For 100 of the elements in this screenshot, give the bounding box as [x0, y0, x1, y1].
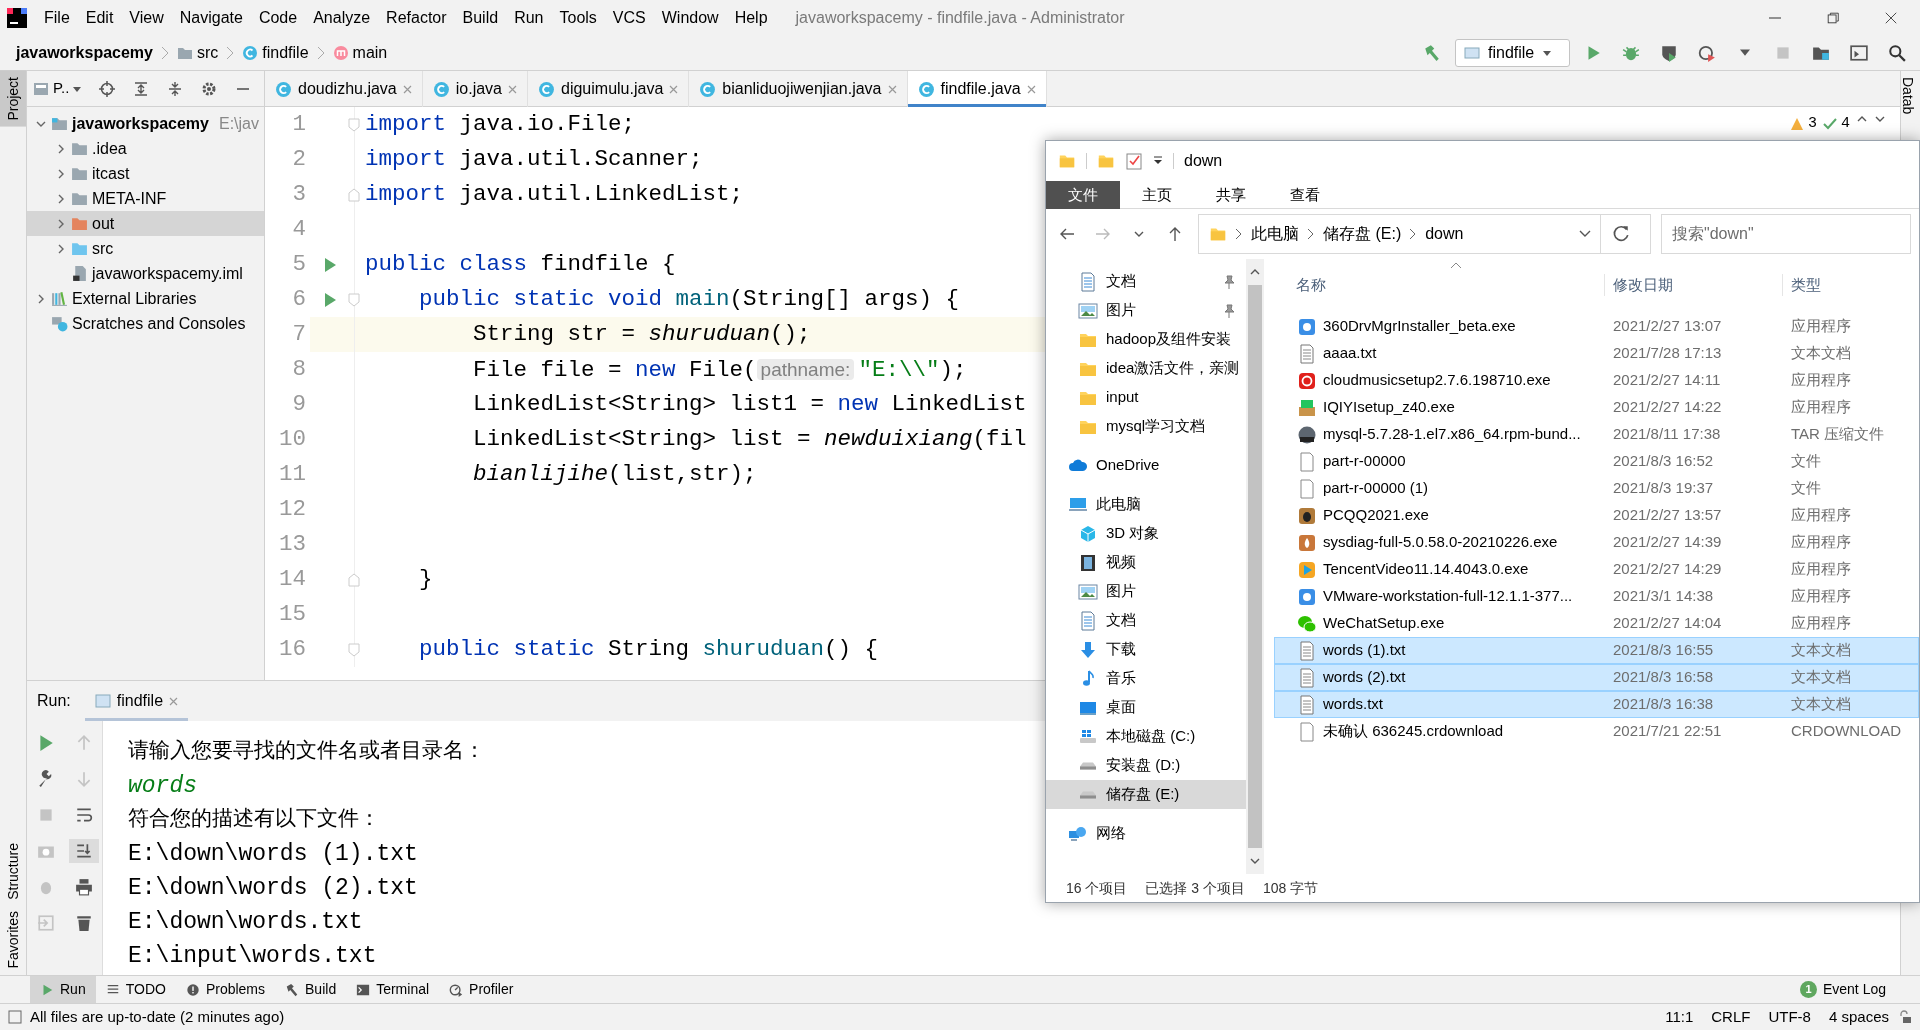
tool-window-tab[interactable]: Terminal [346, 976, 440, 1003]
ribbon-tab[interactable]: 共享 [1194, 181, 1268, 209]
tree-item[interactable]: META-INF [27, 186, 264, 211]
run-configuration-dropdown[interactable]: findfile [1455, 38, 1570, 67]
file-row[interactable]: IQIYIsetup_z40.exe 2021/2/27 14:22 应用程序 [1274, 394, 1919, 421]
fold-marker-icon[interactable] [348, 117, 360, 132]
close-icon[interactable] [1026, 84, 1036, 94]
file-row[interactable]: cloudmusicsetup2.7.6.198710.exe 2021/2/27 14:11 应用程序 [1274, 367, 1919, 394]
console-tab[interactable]: findfile [84, 681, 189, 721]
breadcrumb-item[interactable]: findfile [234, 40, 317, 65]
tree-item[interactable]: .idea [27, 136, 264, 161]
fold-marker-icon[interactable] [348, 642, 360, 657]
nav-item[interactable]: idea激活文件，亲测 [1046, 354, 1246, 383]
tool-window-tab[interactable]: TODO [95, 976, 176, 1003]
panel-toggle-icon[interactable] [8, 1010, 22, 1024]
nav-item[interactable]: 本地磁盘 (C:) [1046, 722, 1246, 751]
menu-item[interactable]: VCS [604, 5, 654, 30]
file-row[interactable]: aaaa.txt 2021/7/28 17:13 文本文档 [1274, 340, 1919, 367]
file-row[interactable]: PCQQ2021.exe 2021/2/27 13:57 应用程序 [1274, 502, 1919, 529]
menu-item[interactable]: Build [454, 5, 507, 30]
weak-warning-count[interactable]: 4 [1823, 113, 1850, 136]
close-icon[interactable] [402, 84, 412, 94]
editor-tab[interactable]: findfile.java [907, 71, 1047, 107]
status-item[interactable]: 4 spaces [1819, 1005, 1898, 1029]
address-bar[interactable]: 此电脑 储存盘 (E:) down [1198, 214, 1651, 254]
close-icon[interactable] [669, 84, 679, 94]
menu-item[interactable]: File [36, 5, 78, 30]
status-item[interactable]: CRLF [1702, 1005, 1760, 1029]
file-row[interactable]: words (2).txt 2021/8/3 16:58 文本文档 [1274, 664, 1919, 691]
nav-item[interactable]: 音乐 [1046, 664, 1246, 693]
file-row[interactable]: WeChatSetup.exe 2021/2/27 14:04 应用程序 [1274, 610, 1919, 637]
close-icon[interactable] [508, 84, 517, 94]
chevron-up-icon[interactable] [1250, 267, 1260, 277]
menu-item[interactable]: View [121, 5, 172, 30]
menu-item[interactable]: Navigate [171, 5, 251, 30]
scroll-to-end-button[interactable] [68, 839, 99, 863]
tree-item[interactable]: out [27, 211, 264, 236]
menu-item[interactable]: Code [250, 5, 306, 30]
nav-item[interactable]: 3D 对象 [1046, 519, 1246, 548]
file-row[interactable]: words (1).txt 2021/8/3 16:55 文本文档 [1274, 637, 1919, 664]
project-tool-tab[interactable]: Project [0, 71, 26, 127]
tool-window-tab[interactable]: Profiler [439, 976, 524, 1003]
nav-item[interactable]: input [1046, 383, 1246, 412]
breadcrumb-item[interactable]: main [324, 40, 396, 65]
menu-item[interactable]: Tools [551, 5, 605, 30]
pin-icon[interactable] [1222, 303, 1236, 318]
lock-icon[interactable] [1898, 1010, 1912, 1024]
breadcrumb-item[interactable]: javaworkspacemy [8, 40, 161, 65]
nav-item[interactable]: OneDrive [1046, 451, 1246, 480]
fold-marker-icon[interactable] [348, 187, 360, 202]
file-row[interactable]: sysdiag-full-5.0.58.0-20210226.exe 2021/2/27 14:39 应用程序 [1274, 529, 1919, 556]
fold-marker-icon[interactable] [348, 572, 360, 587]
ribbon-tab[interactable]: 主页 [1120, 181, 1194, 209]
nav-item[interactable]: 网络 [1046, 819, 1246, 848]
tool-window-tab[interactable]: Build [275, 976, 347, 1003]
tool-window-tab[interactable]: Run [30, 976, 96, 1003]
chevron-down-icon[interactable] [1250, 856, 1260, 866]
close-icon[interactable] [887, 84, 897, 94]
view-selector[interactable]: P.. [33, 77, 82, 100]
close-icon[interactable] [169, 696, 179, 706]
side-tool-tab[interactable]: Structure [0, 836, 26, 906]
file-row[interactable]: 360DrvMgrInstaller_beta.exe 2021/2/27 13:07 应用程序 [1274, 313, 1919, 340]
menu-item[interactable]: Refactor [378, 5, 455, 30]
tree-item[interactable]: External Libraries [27, 286, 264, 311]
nav-item[interactable]: mysql学习文档 [1046, 412, 1246, 441]
tree-item[interactable]: Scratches and Consoles [27, 311, 264, 336]
nav-item[interactable]: 此电脑 [1046, 490, 1246, 519]
nav-item[interactable]: 下载 [1046, 635, 1246, 664]
status-item[interactable]: 11:1 [1656, 1005, 1703, 1029]
tool-window-tab[interactable]: Problems [175, 976, 276, 1003]
database-tool-tab[interactable]: Datab [1901, 71, 1920, 121]
path-segment[interactable]: 此电脑 [1251, 222, 1299, 246]
menu-item[interactable]: Window [653, 5, 727, 30]
column-header[interactable]: 修改日期 [1604, 273, 1782, 297]
nav-item[interactable]: 桌面 [1046, 693, 1246, 722]
tree-item[interactable]: itcast [27, 161, 264, 186]
file-row[interactable]: VMware-workstation-full-12.1.1-377... 2021/3/1 14:38 应用程序 [1274, 583, 1919, 610]
run-icon[interactable] [322, 291, 338, 308]
menu-item[interactable]: Help [726, 5, 776, 30]
file-row[interactable]: words.txt 2021/8/3 16:38 文本文档 [1274, 691, 1919, 718]
pin-icon[interactable] [1222, 274, 1236, 289]
menu-item[interactable]: Run [506, 5, 552, 30]
scrollbar[interactable] [1246, 259, 1264, 874]
menu-item[interactable]: Analyze [305, 5, 379, 30]
nav-item[interactable]: hadoop及组件安装 [1046, 325, 1246, 354]
breadcrumb-item[interactable]: src [169, 40, 227, 65]
fold-marker-icon[interactable] [348, 292, 360, 307]
column-header[interactable]: 类型 [1782, 273, 1919, 297]
ribbon-tab[interactable]: 文件 [1046, 181, 1120, 209]
caret-icon[interactable] [1153, 156, 1163, 166]
run-icon[interactable] [322, 256, 338, 273]
nav-item[interactable]: 文档 [1046, 606, 1246, 635]
warning-count[interactable]: 3 [1789, 113, 1817, 136]
file-row[interactable]: mysql-5.7.28-1.el7.x86_64.rpm-bund... 2021/8/11 17:38 TAR 压缩文件 [1274, 421, 1919, 448]
nav-item[interactable]: 图片 [1046, 577, 1246, 606]
file-row[interactable]: 未确认 636245.crdownload 2021/7/21 22:51 CRDOWNLOAD [1274, 718, 1919, 745]
properties-icon[interactable] [1125, 152, 1143, 170]
file-row[interactable]: part-r-00000 (1) 2021/8/3 19:37 文件 [1274, 475, 1919, 502]
side-tool-tab[interactable]: Favorites [0, 905, 26, 975]
file-row[interactable]: part-r-00000 2021/8/3 16:52 文件 [1274, 448, 1919, 475]
